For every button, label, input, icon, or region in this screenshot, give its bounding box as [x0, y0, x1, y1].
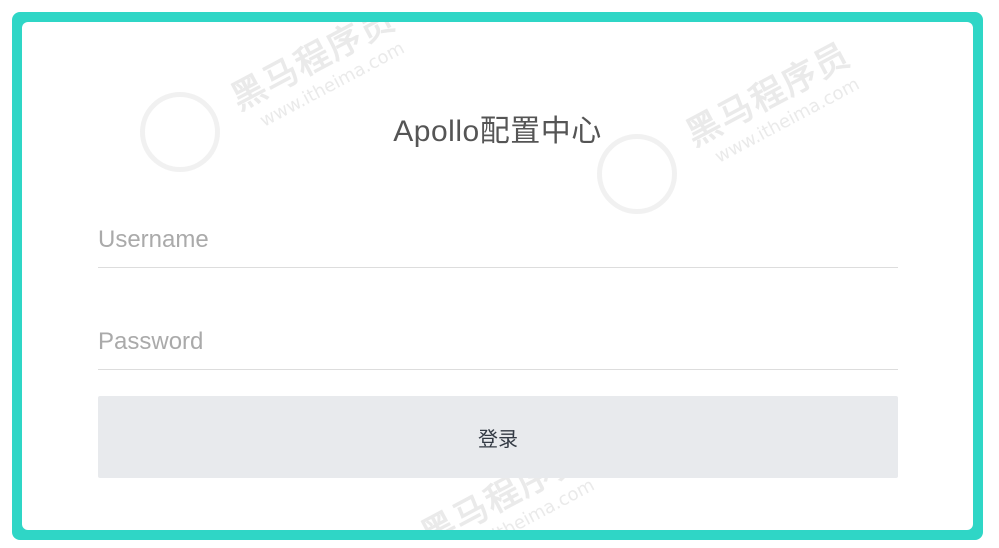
login-button[interactable]: 登录 — [98, 396, 898, 478]
page-title: Apollo配置中心 — [393, 115, 602, 148]
watermark-brand: 黑马程序员 — [224, 22, 403, 119]
window-frame: 黑马程序员 www.itheima.com 黑马程序员 www.itheima.… — [12, 12, 983, 540]
password-input[interactable] — [98, 314, 898, 370]
username-input[interactable] — [98, 212, 898, 268]
watermark-url: www.itheima.com — [446, 474, 599, 530]
watermark: 黑马程序员 www.itheima.com — [676, 28, 868, 174]
login-card: 黑马程序员 www.itheima.com 黑马程序员 www.itheima.… — [22, 22, 973, 530]
